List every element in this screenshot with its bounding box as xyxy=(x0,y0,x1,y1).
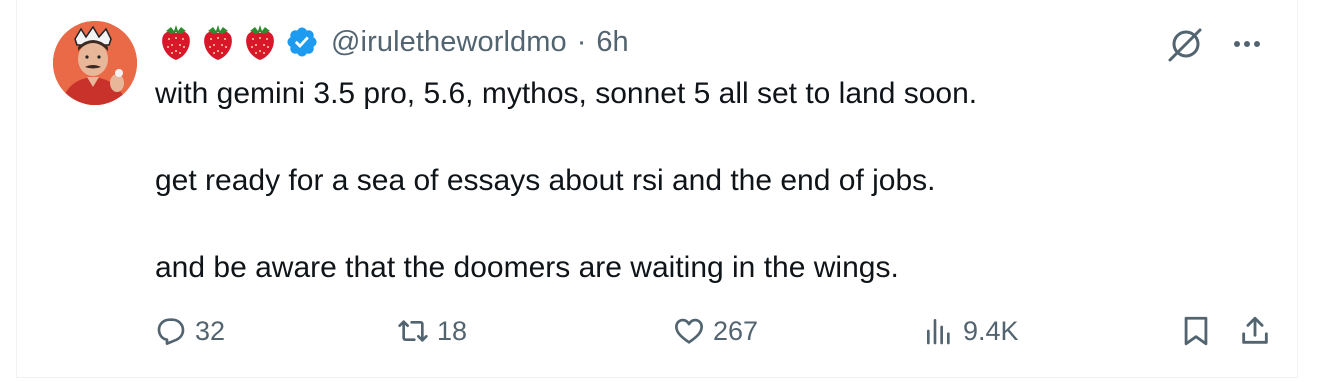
reply-button[interactable]: 32 xyxy=(155,307,225,355)
reply-icon xyxy=(157,318,185,345)
views-icon xyxy=(927,319,950,345)
tweet-line: and be aware that the doomers are waitin… xyxy=(155,251,899,284)
tweet-header: @iruletheworldmo · 6h xyxy=(157,22,629,62)
views-button[interactable]: 9.4K xyxy=(923,307,1019,355)
strawberry-emoji-icon xyxy=(162,25,190,60)
repost-button[interactable]: 18 xyxy=(397,307,467,355)
grok-icon[interactable] xyxy=(1164,24,1204,64)
repost-icon xyxy=(398,320,428,342)
verified-badge-icon[interactable] xyxy=(285,25,319,59)
share-icon[interactable] xyxy=(1238,314,1272,348)
action-bar: 32 18 267 9.4K xyxy=(155,307,1275,355)
strawberry-emoji-icon xyxy=(204,25,232,60)
reply-count: 32 xyxy=(195,315,226,346)
repost-count: 18 xyxy=(437,315,468,346)
tweet-line: with gemini 3.5 pro, 5.6, mythos, sonnet… xyxy=(155,77,978,110)
bookmark-icon[interactable] xyxy=(1179,314,1213,348)
strawberry-emoji-icon xyxy=(246,25,274,60)
avatar-image xyxy=(53,21,137,105)
views-count: 9.4K xyxy=(963,315,1019,346)
more-icon[interactable] xyxy=(1227,24,1267,64)
tweet-line: get ready for a sea of essays about rsi … xyxy=(155,164,936,197)
separator-dot: · xyxy=(576,25,587,58)
heart-icon xyxy=(675,318,703,344)
like-count: 267 xyxy=(713,315,759,346)
user-handle[interactable]: @iruletheworldmo xyxy=(331,26,567,59)
like-button[interactable]: 267 xyxy=(673,307,758,355)
avatar[interactable] xyxy=(53,21,137,105)
tweet-text: with gemini 3.5 pro, 5.6, mythos, sonnet… xyxy=(155,72,1255,333)
timestamp[interactable]: 6h xyxy=(596,26,628,59)
tweet-card[interactable]: @iruletheworldmo · 6h with gemini 3.5 pr… xyxy=(16,0,1298,378)
